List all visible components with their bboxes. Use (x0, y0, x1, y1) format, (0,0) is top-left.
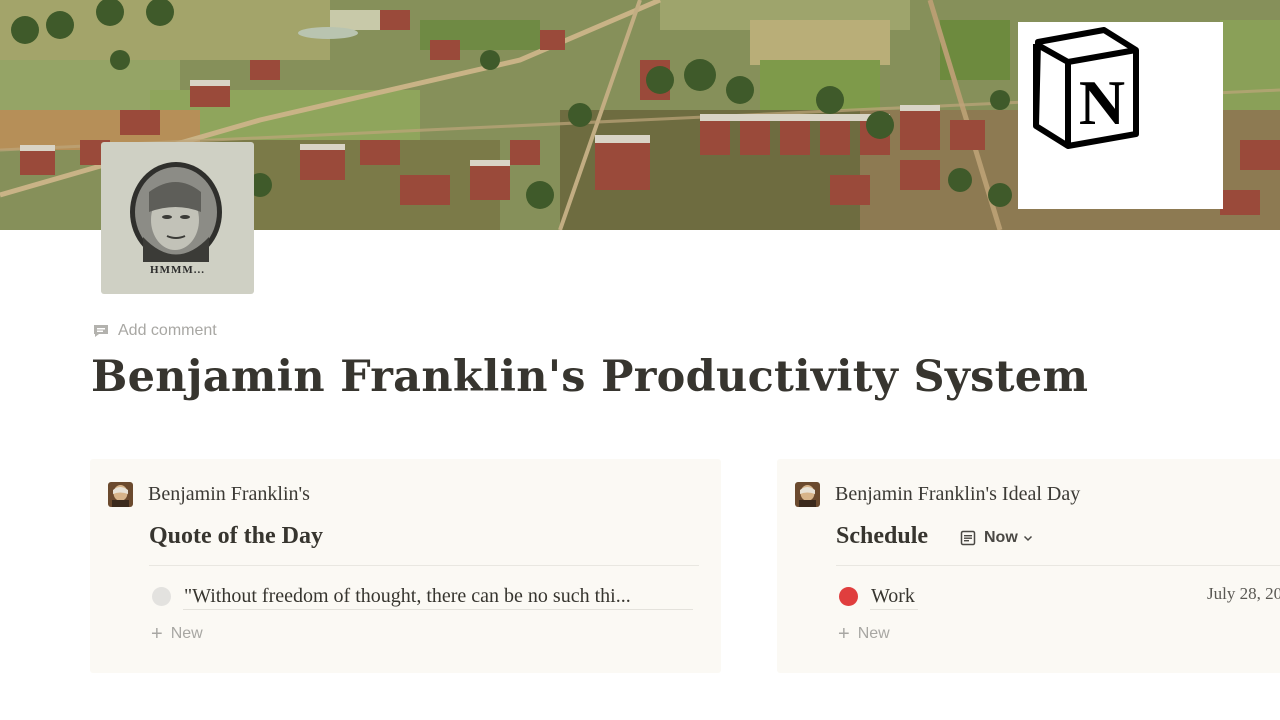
list-view-icon (960, 530, 976, 546)
comment-icon (94, 325, 108, 337)
list-item-title[interactable]: Work (871, 585, 915, 608)
row-underline (183, 609, 693, 610)
plus-icon: + (838, 623, 850, 645)
callout-heading: Benjamin Franklin's Ideal Day (835, 483, 1081, 505)
list-item-date: July 28, 2023 (1207, 584, 1280, 603)
plus-icon: + (151, 623, 163, 645)
page-icon-caption: HMMM... (150, 264, 205, 276)
page-icon[interactable]: HMMM... (101, 142, 254, 294)
schedule-callout: Benjamin Franklin's Ideal Day Schedule N… (777, 459, 1280, 673)
add-comment-button[interactable]: Add comment (93, 320, 217, 342)
database-title-schedule[interactable]: Schedule (836, 523, 928, 550)
status-dot (152, 586, 171, 606)
new-item-button[interactable]: + New (151, 623, 203, 645)
view-tab-label: Now (984, 529, 1018, 546)
list-item-title[interactable]: "Without freedom of thought, there can b… (184, 585, 631, 608)
list-item[interactable]: Work (836, 581, 915, 611)
new-item-button[interactable]: + New (838, 623, 890, 645)
notion-logo-icon: N (1018, 22, 1223, 209)
franklin-avatar-icon (795, 482, 820, 507)
row-underline (870, 609, 918, 610)
svg-text:N: N (1079, 67, 1125, 138)
database-divider (836, 565, 1280, 566)
add-comment-label: Add comment (118, 322, 217, 339)
new-label: New (857, 625, 890, 642)
chevron-down-icon (1023, 535, 1032, 542)
page-title[interactable]: Benjamin Franklin's Productivity System (91, 352, 1088, 402)
database-divider (149, 565, 699, 566)
callout-heading: Benjamin Franklin's (148, 483, 310, 505)
status-dot (839, 586, 858, 606)
list-item[interactable]: "Without freedom of thought, there can b… (149, 581, 631, 611)
quote-callout: Benjamin Franklin's Quote of the Day "Wi… (90, 459, 721, 673)
new-label: New (170, 625, 203, 642)
view-tab-now[interactable]: Now (960, 526, 1034, 550)
franklin-avatar-icon (108, 482, 133, 507)
database-title-quote[interactable]: Quote of the Day (149, 523, 323, 550)
